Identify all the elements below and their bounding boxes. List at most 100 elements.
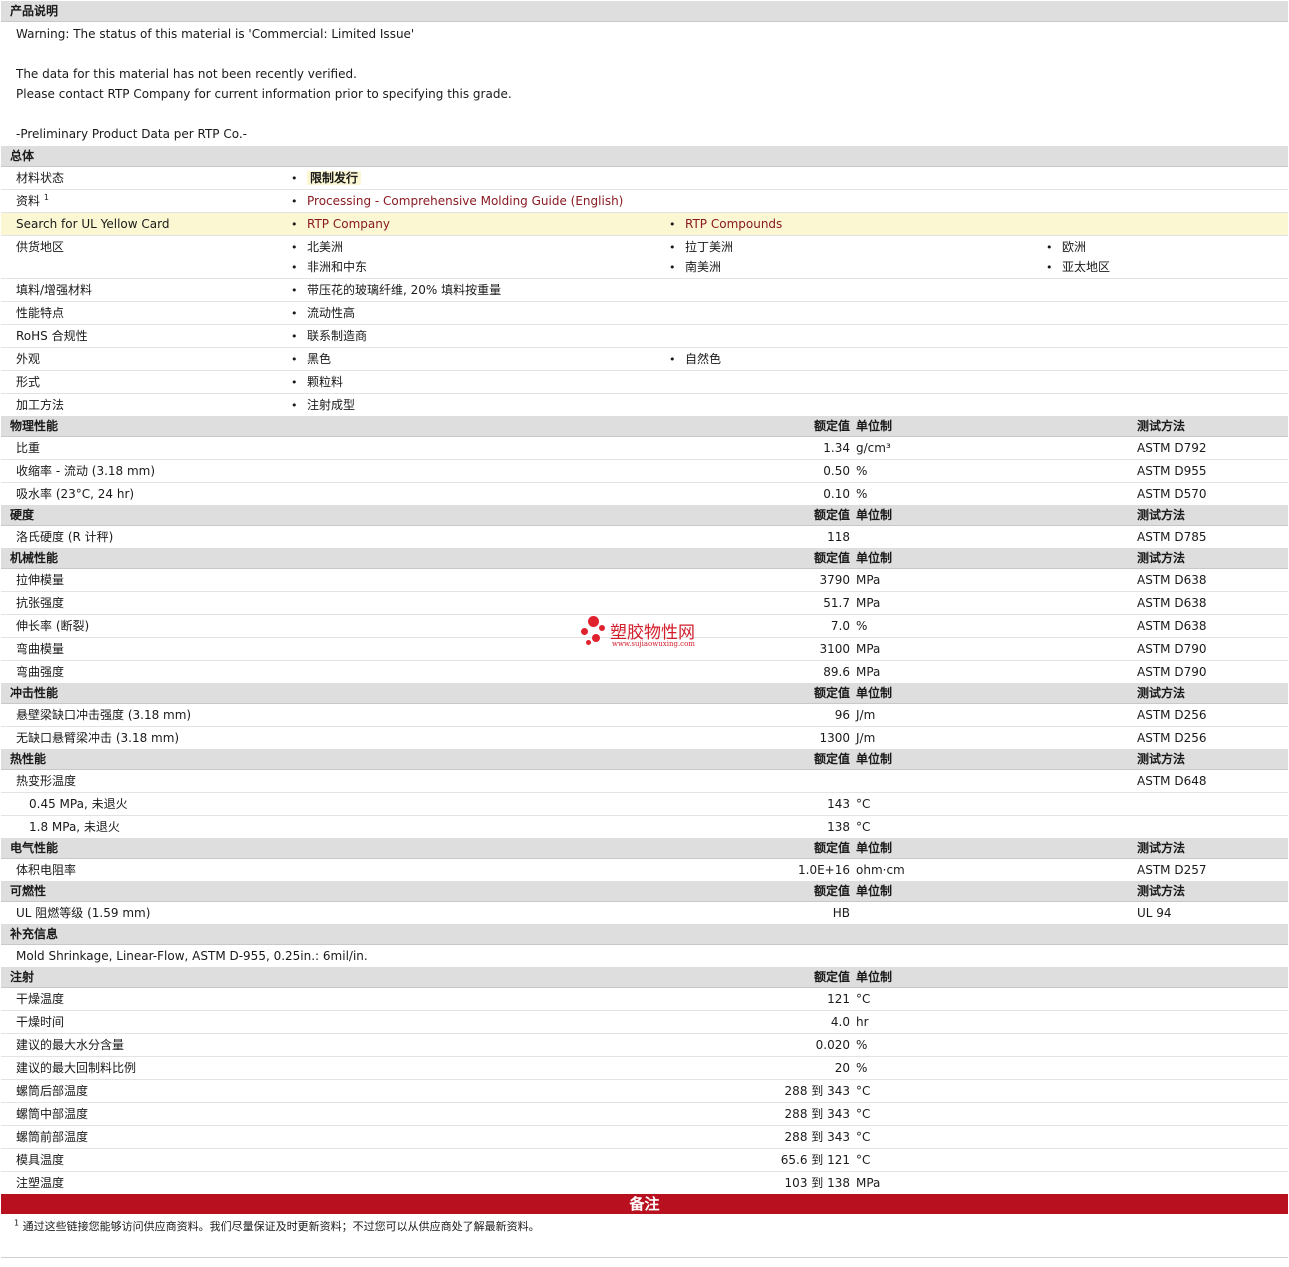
section-header-thermal: 热性能 额定值 单位制 测试方法 [1, 749, 1288, 770]
row-hdt: 热变形温度 ASTM D648 [1, 770, 1288, 793]
row-label: 外观 [16, 352, 41, 366]
test-method: ASTM D257 [1137, 863, 1207, 877]
section-header-supplemental: 补充信息 [1, 924, 1288, 945]
property-label: 拉伸模量 [16, 573, 65, 587]
property-value: 1300 [819, 731, 850, 745]
property-row: 1.8 MPa, 未退火 138 °C [1, 816, 1288, 838]
appearance-text: 黑色 [307, 352, 332, 366]
row-material-status: 材料状态 限制发行 [1, 167, 1288, 190]
section-title: 可燃性 [10, 884, 47, 898]
column-header-value: 额定值 [813, 508, 850, 522]
property-unit: % [856, 1038, 868, 1052]
property-label: 弯曲模量 [16, 642, 65, 656]
column-header-value: 额定值 [813, 752, 850, 766]
property-value: 121 [827, 992, 850, 1006]
column-header-unit: 单位制 [856, 508, 893, 522]
property-row: 抗张强度 51.7 MPa ASTM D638 [1, 592, 1288, 615]
row-processing-method: 加工方法 注射成型 [1, 394, 1288, 416]
watermark-url: www.sujiaowuxing.com [612, 640, 695, 648]
rtp-company-link[interactable]: RTP Company [307, 217, 390, 231]
product-notes: Warning: The status of this material is … [1, 22, 1288, 146]
form-value: 颗粒料 [291, 371, 343, 394]
remarks-bar: 备注 [1, 1194, 1288, 1214]
test-method: ASTM D638 [1137, 619, 1207, 633]
row-regions: 供货地区 北美洲 拉丁美洲 欧洲 非洲和中东 南美洲 亚太地区 [1, 236, 1288, 279]
column-header-test: 测试方法 [1137, 419, 1186, 433]
doc-label: 资料 [16, 194, 41, 208]
property-row: 螺筒后部温度 288 到 343 °C [1, 1080, 1288, 1103]
property-unit: g/cm³ [856, 441, 891, 455]
rtp-compounds-link[interactable]: RTP Compounds [685, 217, 782, 231]
property-unit: °C [856, 797, 871, 811]
property-value: 65.6 到 121 [780, 1153, 850, 1167]
property-value: 288 到 343 [784, 1130, 850, 1144]
section-title: 注射 [10, 970, 35, 984]
impact-rows: 悬壁梁缺口冲击强度 (3.18 mm) 96 J/m ASTM D256 无缺口悬臂梁冲… [1, 704, 1288, 749]
note-line [1, 104, 1288, 124]
property-row: 比重 1.34 g/cm³ ASTM D792 [1, 437, 1288, 460]
property-value: 51.7 [823, 596, 850, 610]
property-unit: % [856, 464, 868, 478]
property-row: 收缩率 - 流动 (3.18 mm) 0.50% ASTM D955 [1, 460, 1288, 483]
property-value: 0.50 [823, 464, 850, 478]
row-appearance: 外观 黑色 自然色 [1, 348, 1288, 371]
section-header-product-notes: 产品说明 [1, 1, 1288, 22]
property-row: 建议的最大回制料比例 20% [1, 1057, 1288, 1080]
property-value: 288 到 343 [784, 1107, 850, 1121]
property-label: 弯曲强度 [16, 665, 65, 679]
property-unit: MPa [856, 1176, 881, 1190]
property-unit: °C [856, 820, 871, 834]
footnote-marker: 1 [43, 193, 49, 202]
row-form: 形式 颗粒料 [1, 371, 1288, 394]
note-line: The data for this material has not been … [16, 67, 357, 81]
row-ul-yellow-card: Search for UL Yellow Card RTP Company RT… [1, 213, 1288, 236]
processing-text: 注射成型 [307, 398, 356, 412]
property-value: 3100 [819, 642, 850, 656]
flammability-rows: UL 阻燃等级 (1.59 mm) HB UL 94 [1, 902, 1288, 924]
property-row: 拉伸模量 3790 MPa ASTM D638 [1, 569, 1288, 592]
property-row: 干燥温度 121 °C [1, 988, 1288, 1011]
region-text: 北美洲 [307, 240, 344, 254]
physical-rows: 比重 1.34 g/cm³ ASTM D792 收缩率 - 流动 (3.18 mm) 0.… [1, 437, 1288, 505]
property-label: 洛氏硬度 (R 计秤) [16, 530, 114, 544]
supplemental-text: Mold Shrinkage, Linear-Flow, ASTM D-955,… [16, 949, 368, 963]
property-label: 螺筒中部温度 [16, 1107, 89, 1121]
property-label: 0.45 MPa, 未退火 [29, 797, 128, 811]
test-method: ASTM D570 [1137, 487, 1207, 501]
processing-guide-link[interactable]: Processing - Comprehensive Molding Guide… [307, 194, 623, 208]
section-header-impact: 冲击性能 额定值 单位制 测试方法 [1, 683, 1288, 704]
test-method: ASTM D648 [1137, 774, 1207, 788]
property-unit: MPa [856, 573, 881, 587]
property-unit: MPa [856, 665, 881, 679]
property-row: 干燥时间 4.0 hr [1, 1011, 1288, 1034]
property-unit: % [856, 619, 868, 633]
column-header-value: 额定值 [813, 419, 850, 433]
property-label: 吸水率 (23°C, 24 hr) [16, 487, 135, 501]
section-header-electrical: 电气性能 额定值 单位制 测试方法 [1, 838, 1288, 859]
features-value: 流动性高 [291, 302, 355, 325]
section-header-physical: 物理性能 额定值 单位制 测试方法 [1, 416, 1288, 437]
section-title: 冲击性能 [10, 686, 59, 700]
property-row: 螺筒中部温度 288 到 343 °C [1, 1103, 1288, 1126]
property-unit: °C [856, 1153, 871, 1167]
column-header-value: 额定值 [813, 551, 850, 565]
test-method: ASTM D790 [1137, 642, 1207, 656]
row-filler: 填料/增强材料 带压花的玻璃纤维, 20% 填料按重量 [1, 279, 1288, 302]
region-text: 亚太地区 [1062, 260, 1111, 274]
section-title: 热性能 [10, 752, 47, 766]
property-row: 无缺口悬臂梁冲击 (3.18 mm) 1300 J/m ASTM D256 [1, 727, 1288, 749]
property-row: UL 阻燃等级 (1.59 mm) HB UL 94 [1, 902, 1288, 924]
section-title: 电气性能 [10, 841, 59, 855]
column-header-test: 测试方法 [1137, 686, 1186, 700]
section-title: 产品说明 [10, 4, 59, 18]
property-label: 螺筒后部温度 [16, 1084, 89, 1098]
property-row: 洛氏硬度 (R 计秤) 118 ASTM D785 [1, 526, 1288, 548]
column-header-value: 额定值 [813, 970, 850, 984]
column-header-test: 测试方法 [1137, 841, 1186, 855]
section-title: 机械性能 [10, 551, 59, 565]
property-unit: °C [856, 1084, 871, 1098]
hardness-rows: 洛氏硬度 (R 计秤) 118 ASTM D785 [1, 526, 1288, 548]
property-value: 20 [834, 1061, 850, 1075]
section-header-hardness: 硬度 额定值 单位制 测试方法 [1, 505, 1288, 526]
bottom-divider [1, 1257, 1288, 1258]
